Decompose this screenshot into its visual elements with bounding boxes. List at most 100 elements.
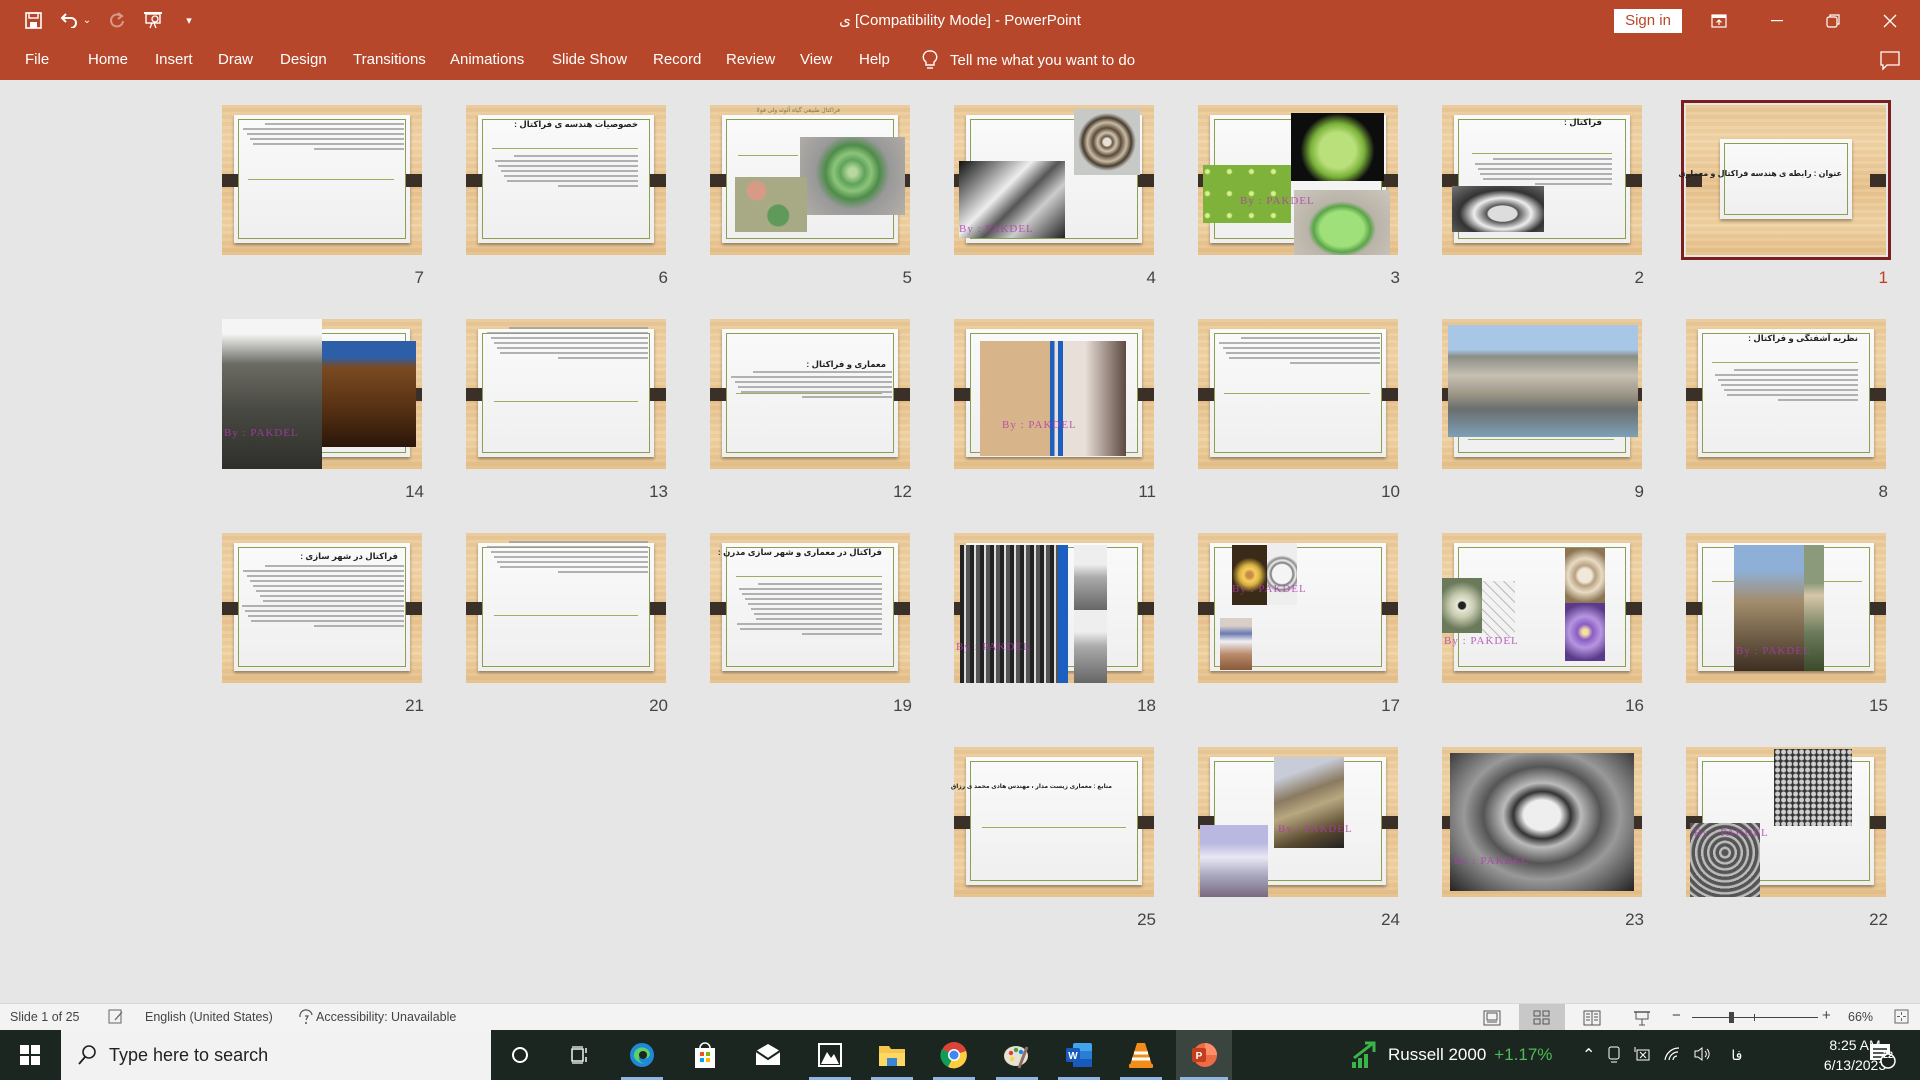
slide-band-decoration <box>1138 602 1154 615</box>
zoom-slider[interactable] <box>1692 1012 1818 1023</box>
zoom-out-button[interactable]: − <box>1672 1007 1681 1024</box>
task-view-icon[interactable] <box>555 1030 605 1080</box>
slide-image-aloe-spiral <box>800 137 905 215</box>
reading-view-button[interactable] <box>1569 1004 1615 1031</box>
slide-watermark: By : PAKDEL <box>959 223 1034 235</box>
tab-review[interactable]: Review <box>726 51 775 68</box>
svg-text:P: P <box>1196 1051 1203 1062</box>
slide-thumbnail[interactable]: By : PAKDEL <box>1198 105 1398 255</box>
meet-now-icon[interactable] <box>1607 1045 1621 1066</box>
edge-icon[interactable] <box>617 1030 667 1080</box>
tell-me-search[interactable]: Tell me what you want to do <box>922 50 1135 70</box>
slide-image-angkor-wat <box>222 319 322 469</box>
start-button[interactable] <box>5 1030 55 1080</box>
slide-band-decoration <box>1138 388 1154 401</box>
slide-thumbnail[interactable]: By : PAKDEL <box>1198 533 1398 683</box>
zoom-in-button[interactable]: + <box>1822 1007 1831 1024</box>
accessibility-status[interactable]: Accessibility: Unavailable <box>316 1010 456 1024</box>
slide-thumbnail[interactable]: خصوصیات هندسه ی فراکتال : <box>466 105 666 255</box>
slide-thumbnail[interactable]: فراکتال در معماری و شهر سازی مدرن : <box>710 533 910 683</box>
close-icon[interactable] <box>1867 0 1913 42</box>
slide-thumbnail[interactable]: معماری و فراکتال : <box>710 319 910 469</box>
ribbon-display-options-icon[interactable] <box>1696 0 1742 42</box>
photos-icon[interactable] <box>805 1030 855 1080</box>
minimize-icon[interactable] <box>1754 0 1800 42</box>
slide-thumbnail[interactable]: By : PAKDEL <box>1198 747 1398 897</box>
slide-counter: Slide 1 of 25 <box>10 1010 80 1024</box>
slide-sorter-view-button[interactable] <box>1519 1004 1565 1031</box>
vlc-icon[interactable] <box>1116 1030 1166 1080</box>
slide-band-decoration <box>406 174 422 187</box>
comments-icon[interactable] <box>1880 51 1900 71</box>
slide-thumbnail[interactable]: By : PAKDEL <box>954 319 1154 469</box>
tab-animations[interactable]: Animations <box>450 51 524 68</box>
word-icon[interactable]: W <box>1054 1030 1104 1080</box>
tab-design[interactable]: Design <box>280 51 327 68</box>
fit-to-window-icon[interactable] <box>1894 1009 1909 1027</box>
wifi-icon[interactable] <box>1663 1046 1681 1065</box>
slide-thumbnail[interactable]: By : PAKDEL <box>954 533 1154 683</box>
tab-transitions[interactable]: Transitions <box>353 51 426 68</box>
slide-band-decoration <box>466 602 482 615</box>
tab-help[interactable]: Help <box>859 51 890 68</box>
cortana-icon[interactable] <box>495 1030 545 1080</box>
file-explorer-icon[interactable] <box>867 1030 917 1080</box>
network-adapter-icon[interactable] <box>1633 1046 1651 1065</box>
tab-home[interactable]: Home <box>88 51 128 68</box>
show-hidden-icons-button[interactable]: ⌃ <box>1582 1045 1595 1065</box>
slide-thumbnail[interactable]: By : PAKDEL <box>1442 533 1642 683</box>
volume-icon[interactable] <box>1693 1046 1711 1065</box>
language-indicator[interactable]: English (United States) <box>145 1010 273 1024</box>
slide-thumbnail[interactable] <box>466 319 666 469</box>
normal-view-button[interactable] <box>1469 1004 1515 1031</box>
slide-thumbnail[interactable] <box>222 105 422 255</box>
slide-image-radiolarian-bw <box>1452 186 1544 232</box>
slide-watermark: By : PAKDEL <box>1232 583 1307 595</box>
zoom-level[interactable]: 66% <box>1848 1010 1873 1024</box>
sign-in-button[interactable]: Sign in <box>1614 9 1682 33</box>
slide-thumbnail[interactable]: By : PAKDEL <box>954 105 1154 255</box>
slide-thumbnail[interactable]: منابع : معماری زیست مدار ، مهندس هادی مح… <box>951 747 1154 897</box>
slide-number: 4 <box>1146 268 1156 287</box>
tab-view[interactable]: View <box>800 51 832 68</box>
mail-icon[interactable] <box>743 1030 793 1080</box>
tab-slide-show[interactable]: Slide Show <box>552 51 627 68</box>
slide-title: فراکتال در معماری و شهر سازی مدرن : <box>717 547 882 557</box>
slide-thumbnail[interactable]: نظریه آشفتگی و فراکتال : <box>1686 319 1886 469</box>
slide-thumbnail[interactable]: عنوان : رابطه ی هندسه فراکتال و معماری <box>1678 100 1891 260</box>
zoom-slider-thumb[interactable] <box>1728 1012 1734 1023</box>
slide-thumbnail[interactable]: By : PAKDEL <box>1686 747 1886 897</box>
chrome-icon[interactable] <box>929 1030 979 1080</box>
slide-show-view-button[interactable] <box>1619 1004 1665 1031</box>
microsoft-store-icon[interactable] <box>680 1030 730 1080</box>
slide-thumbnail[interactable]: فراکتال : <box>1442 105 1642 255</box>
paint-icon[interactable] <box>992 1030 1042 1080</box>
slide-thumbnail[interactable]: فراکتال طبیعی گیاه آلوئه ولی فولا <box>710 105 910 255</box>
restore-icon[interactable] <box>1810 0 1856 42</box>
tab-file[interactable]: File <box>25 51 49 68</box>
notification-center-button[interactable]: 22 <box>1868 1030 1896 1080</box>
spelling-check-icon[interactable] <box>108 1009 124 1027</box>
slide-band-decoration <box>1382 174 1398 187</box>
powerpoint-icon[interactable]: P <box>1176 1030 1232 1080</box>
slide-image-flower <box>1442 578 1482 633</box>
slide-number: 11 <box>1138 482 1156 501</box>
trend-up-icon <box>1352 1041 1376 1068</box>
input-language-indicator[interactable]: فا <box>1731 1047 1742 1064</box>
slide-thumbnail[interactable] <box>466 533 666 683</box>
tab-insert[interactable]: Insert <box>155 51 193 68</box>
slide-thumbnail[interactable]: فراکتال در شهر سازی : <box>222 533 422 683</box>
slide-thumbnail[interactable] <box>1442 319 1642 469</box>
slide-band-decoration <box>222 174 238 187</box>
slide-body-text <box>1712 369 1858 404</box>
stock-ticker-widget[interactable]: Russell 2000 +1.17% <box>1350 1030 1552 1080</box>
tab-draw[interactable]: Draw <box>218 51 253 68</box>
slide-thumbnail[interactable]: By : PAKDEL <box>1686 533 1886 683</box>
slide-number: 23 <box>1625 910 1644 929</box>
slide-thumbnail[interactable]: By : PAKDEL <box>1442 747 1642 897</box>
taskbar-search-box[interactable]: Type here to search <box>61 1030 491 1080</box>
tab-record[interactable]: Record <box>653 51 701 68</box>
slide-frame <box>1724 143 1848 215</box>
slide-thumbnail[interactable] <box>1198 319 1398 469</box>
slide-thumbnail[interactable]: By : PAKDEL <box>222 319 422 469</box>
